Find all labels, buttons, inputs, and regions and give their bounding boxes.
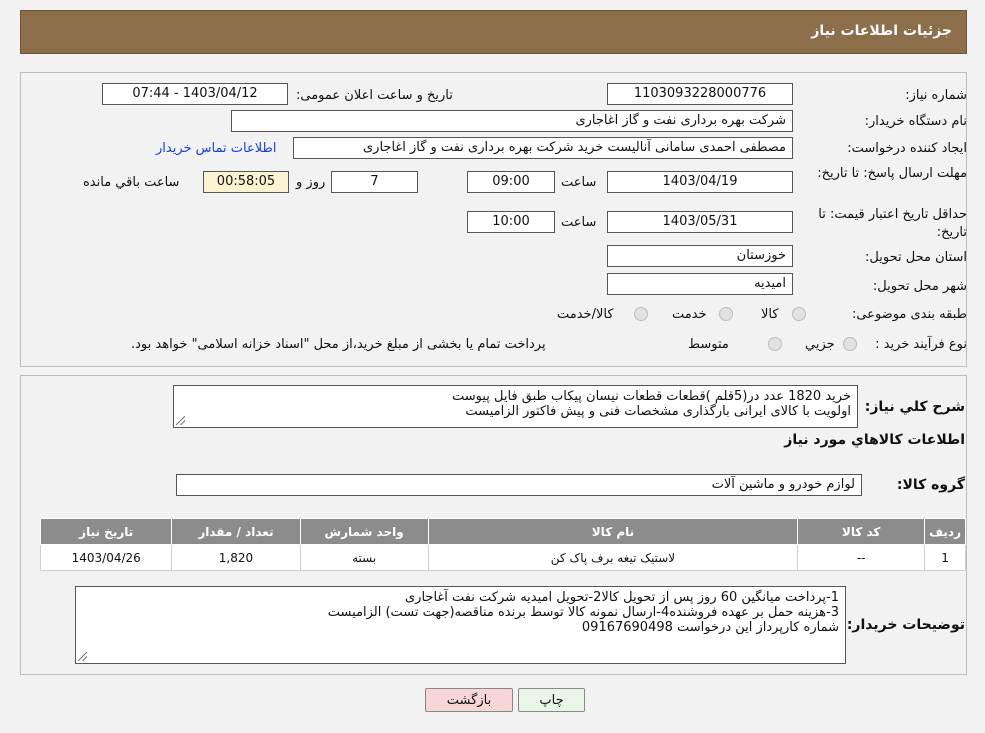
deadline-date-field: 1403/04/19 bbox=[607, 171, 793, 193]
goods-table: ردیف کد کالا نام کالا واحد شمارش تعداد /… bbox=[39, 518, 966, 571]
category-option-service: خدمت bbox=[672, 307, 707, 322]
validity-time-field: 10:00 bbox=[467, 211, 555, 233]
process-option-minor: جزیي bbox=[805, 337, 835, 352]
description-textarea[interactable]: خرید 1820 عدد در(5قلم )قطعات قطعات نیسان… bbox=[173, 385, 858, 428]
cell-row: 1 bbox=[924, 544, 966, 571]
page-header: جزئیات اطلاعات نیاز bbox=[20, 10, 967, 54]
cell-name: لاستیک تیغه برف پاک کن bbox=[427, 544, 799, 571]
buyer-notes-line-1: 1-پرداخت میانگین 60 روز پس از تحویل کالا… bbox=[405, 590, 839, 605]
city-field: امیدیه bbox=[607, 273, 793, 295]
creator-field: مصطفی احمدی سامانی آنالیست خرید شرکت بهر… bbox=[293, 137, 793, 159]
col-date: تاریخ نیاز bbox=[39, 518, 173, 545]
buyer-org-field: شرکت بهره برداری نفت و گاز اغاجاری bbox=[231, 110, 793, 132]
deadline-time-field: 09:00 bbox=[467, 171, 555, 193]
description-line-2: اولویت با کالای ایرانی بارگذاری مشخصات ف… bbox=[465, 404, 851, 419]
cell-unit: بسته bbox=[299, 544, 429, 571]
buyer-contact-link[interactable]: اطلاعات تماس خریدار bbox=[156, 141, 276, 156]
process-label: نوع فرآیند خرید : bbox=[875, 337, 967, 352]
remaining-time-label: ساعت باقي مانده bbox=[83, 175, 180, 190]
category-label: طبقه بندی موضوعی: bbox=[851, 307, 967, 322]
days-field: 7 bbox=[331, 171, 418, 193]
validity-time-label: ساعت bbox=[561, 215, 597, 230]
col-code: کد کالا bbox=[797, 518, 926, 545]
announce-datetime-label: تاریخ و ساعت اعلان عمومی: bbox=[296, 88, 453, 103]
category-radio-goods[interactable] bbox=[792, 307, 806, 321]
buyer-org-label: نام دستگاه خریدار: bbox=[864, 114, 967, 129]
buyer-notes-textarea[interactable]: 1-پرداخت میانگین 60 روز پس از تحویل کالا… bbox=[75, 586, 846, 664]
need-number-label: شماره نیاز: bbox=[905, 88, 967, 103]
category-option-goods-service: کالا/خدمت bbox=[557, 307, 614, 322]
resize-handle-icon[interactable] bbox=[176, 416, 185, 425]
col-name: نام کالا bbox=[427, 518, 799, 545]
category-radio-service[interactable] bbox=[719, 307, 733, 321]
deadline-time-label: ساعت bbox=[561, 175, 597, 190]
col-unit: واحد شمارش bbox=[299, 518, 429, 545]
remaining-time-field: 00:58:05 bbox=[203, 171, 289, 193]
description-label: شرح کلي نیاز: bbox=[864, 399, 965, 415]
goods-table-header: ردیف کد کالا نام کالا واحد شمارش تعداد /… bbox=[39, 518, 966, 545]
table-row: 1 -- لاستیک تیغه برف پاک کن بسته 1,820 1… bbox=[39, 544, 966, 571]
description-line-1: خرید 1820 عدد در(5قلم )قطعات قطعات نیسان… bbox=[451, 389, 851, 404]
back-button[interactable]: بازگشت bbox=[425, 688, 513, 712]
col-quantity: تعداد / مقدار bbox=[171, 518, 301, 545]
province-field: خوزستان bbox=[607, 245, 793, 267]
validity-label: حداقل تاریخ اعتبار قیمت: تا تاریخ: bbox=[818, 207, 967, 240]
goods-section-title: اطلاعات کالاهاي مورد نیاز bbox=[784, 432, 965, 448]
col-row: ردیف bbox=[924, 518, 966, 545]
process-option-medium: متوسط bbox=[688, 337, 729, 352]
resize-handle-icon[interactable] bbox=[78, 652, 87, 661]
goods-group-label: گروه کالا: bbox=[896, 477, 965, 493]
process-radio-minor[interactable] bbox=[843, 337, 857, 351]
category-radio-goods-service[interactable] bbox=[634, 307, 648, 321]
validity-date-field: 1403/05/31 bbox=[607, 211, 793, 233]
city-label: شهر محل تحویل: bbox=[872, 279, 967, 294]
announce-datetime-field: 1403/04/12 - 07:44 bbox=[102, 83, 288, 105]
province-label: استان محل تحویل: bbox=[865, 250, 967, 265]
buyer-notes-line-2: 3-هزینه حمل بر عهده فروشنده4-ارسال نمونه… bbox=[327, 605, 839, 620]
category-option-goods: کالا bbox=[761, 307, 779, 322]
deadline-label: مهلت ارسال پاسخ: تا تاریخ: bbox=[817, 166, 967, 181]
cell-date: 1403/04/26 bbox=[39, 544, 173, 571]
creator-label: ایجاد کننده درخواست: bbox=[847, 141, 967, 156]
print-button[interactable]: چاپ bbox=[518, 688, 585, 712]
buyer-notes-label: توضیحات خریدار: bbox=[846, 617, 965, 633]
goods-group-field: لوازم خودرو و ماشین آلات bbox=[176, 474, 862, 496]
process-note: پرداخت تمام یا بخشی از مبلغ خرید،از محل … bbox=[131, 337, 546, 352]
days-label: روز و bbox=[296, 175, 326, 190]
cell-code: -- bbox=[797, 544, 926, 571]
cell-quantity: 1,820 bbox=[171, 544, 301, 571]
need-number-field: 1103093228000776 bbox=[607, 83, 793, 105]
buyer-notes-line-3: شماره کارپرداز این درخواست 09167690498 bbox=[581, 620, 839, 635]
process-radio-medium[interactable] bbox=[768, 337, 782, 351]
page-title: جزئیات اطلاعات نیاز bbox=[811, 23, 952, 39]
